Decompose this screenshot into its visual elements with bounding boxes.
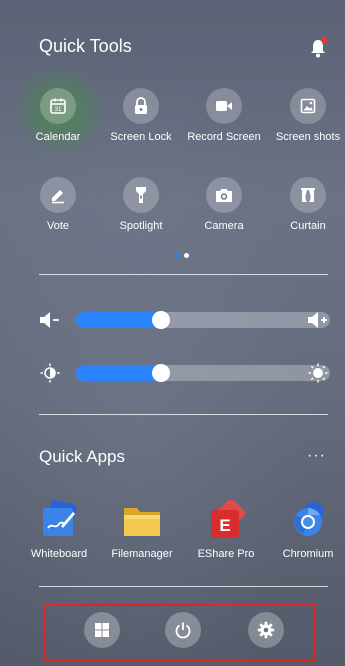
- volume-track[interactable]: [76, 311, 330, 329]
- windows-button[interactable]: [84, 612, 120, 648]
- divider: [39, 414, 328, 415]
- svg-text:E: E: [219, 516, 230, 535]
- volume-down-icon[interactable]: [39, 310, 61, 330]
- page-indicator: [175, 253, 189, 258]
- app-label: Chromium: [282, 548, 334, 560]
- volume-slider[interactable]: [39, 309, 330, 330]
- tool-label: Screen Lock: [110, 131, 172, 143]
- tool-camera[interactable]: Camera: [184, 177, 264, 232]
- page-dot-active[interactable]: [175, 253, 180, 258]
- calendar-icon: 31: [40, 88, 76, 124]
- gear-icon: [257, 621, 275, 639]
- tool-spotlight[interactable]: Spotlight: [101, 177, 181, 232]
- app-chromium[interactable]: Chromium: [266, 500, 345, 560]
- eshare-icon: E: [204, 498, 248, 542]
- tool-calendar[interactable]: 31 Calendar: [18, 88, 98, 143]
- vote-icon: [40, 177, 76, 213]
- tool-vote[interactable]: Vote: [18, 177, 98, 232]
- brightness-high-icon[interactable]: [307, 362, 329, 384]
- tool-screen-shots[interactable]: Screen shots: [268, 88, 345, 143]
- app-label: EShare Pro: [197, 548, 255, 560]
- app-whiteboard[interactable]: Whiteboard: [17, 500, 101, 560]
- whiteboard-icon: [37, 500, 81, 542]
- divider: [39, 274, 328, 275]
- notification-dot: [321, 37, 327, 43]
- chromium-icon: [286, 500, 330, 542]
- volume-up-icon[interactable]: [307, 310, 329, 330]
- tool-label: Record Screen: [187, 131, 261, 143]
- volume-fill: [76, 312, 161, 328]
- tool-record-screen[interactable]: Record Screen: [184, 88, 264, 143]
- tool-label: Spotlight: [119, 220, 163, 232]
- app-label: Whiteboard: [30, 548, 88, 560]
- settings-button[interactable]: [248, 612, 284, 648]
- video-camera-icon: [206, 88, 242, 124]
- calendar-day-badge: 31: [55, 107, 62, 113]
- power-button[interactable]: [165, 612, 201, 648]
- brightness-fill: [76, 365, 161, 381]
- quick-apps-title: Quick Apps: [39, 447, 125, 466]
- brightness-track[interactable]: [76, 364, 330, 382]
- tool-screen-lock[interactable]: Screen Lock: [101, 88, 181, 143]
- page-dot[interactable]: [184, 253, 189, 258]
- tool-label: Camera: [204, 220, 244, 232]
- flashlight-icon: [123, 177, 159, 213]
- lock-icon: [123, 88, 159, 124]
- tool-curtain[interactable]: Curtain: [268, 177, 345, 232]
- brightness-slider[interactable]: [39, 362, 330, 384]
- tool-label: Screen shots: [275, 131, 341, 143]
- power-icon: [175, 622, 191, 639]
- notification-bell-icon[interactable]: [307, 37, 329, 59]
- curtain-icon: [290, 177, 326, 213]
- divider: [39, 586, 328, 587]
- camera-icon: [206, 177, 242, 213]
- screenshot-icon: [290, 88, 326, 124]
- quick-tools-title: Quick Tools: [39, 36, 132, 56]
- brightness-low-icon[interactable]: [39, 362, 61, 384]
- app-filemanager[interactable]: Filemanager: [100, 500, 184, 560]
- app-label: Filemanager: [111, 548, 173, 560]
- brightness-handle[interactable]: [152, 364, 170, 382]
- folder-icon: [120, 500, 164, 542]
- windows-icon: [95, 623, 109, 637]
- volume-handle[interactable]: [152, 311, 170, 329]
- tool-label: Vote: [46, 220, 70, 232]
- tool-label: Calendar: [35, 131, 81, 143]
- tool-label: Curtain: [290, 220, 326, 232]
- app-eshare-pro[interactable]: E EShare Pro: [184, 498, 268, 560]
- more-options-button[interactable]: ···: [307, 447, 326, 465]
